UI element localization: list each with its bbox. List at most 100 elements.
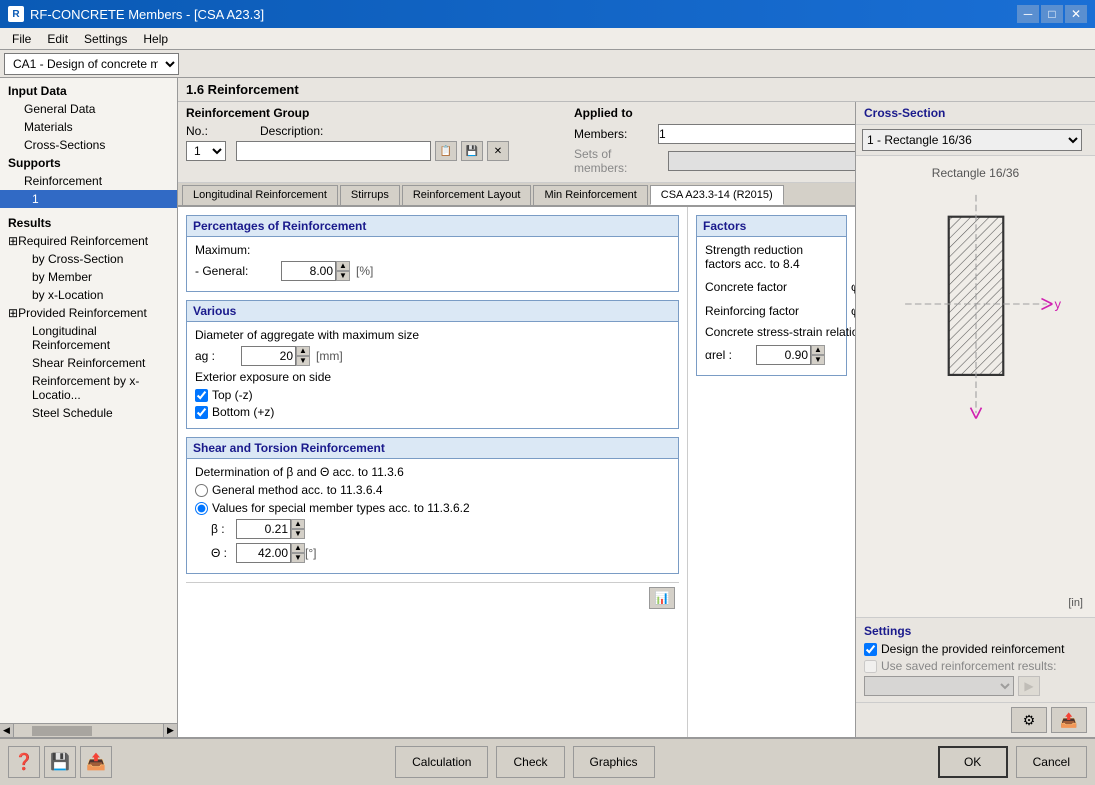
reinforcement-group-section: Reinforcement Group No.: Description: 1 (186, 106, 566, 164)
menu-bar: File Edit Settings Help (0, 28, 1095, 50)
tab-stirrups[interactable]: Stirrups (340, 185, 400, 205)
exterior-label-row: Exterior exposure on side (195, 370, 670, 384)
tree-general-data[interactable]: General Data (0, 100, 177, 118)
tree-long-reinf[interactable]: Longitudinal Reinforcement (0, 322, 177, 354)
ok-button[interactable]: OK (938, 746, 1008, 778)
cs-select[interactable]: 1 - Rectangle 16/36 (862, 129, 1082, 151)
general-input[interactable] (281, 261, 336, 281)
cancel-button[interactable]: Cancel (1016, 746, 1087, 778)
general-spin-down[interactable]: ▼ (336, 271, 350, 281)
beta-label: β : (211, 522, 236, 536)
alpha-rel-spin-down[interactable]: ▼ (811, 355, 825, 365)
theta-spin-up[interactable]: ▲ (291, 543, 305, 553)
cs-btn2[interactable]: 📤 (1051, 707, 1087, 733)
alpha-rel-spin-up[interactable]: ▲ (811, 345, 825, 355)
check-button[interactable]: Check (496, 746, 564, 778)
general-spin: ▲ ▼ (281, 261, 350, 281)
theta-spin-down[interactable]: ▼ (291, 553, 305, 563)
scrollbar-thumb[interactable] (32, 726, 92, 736)
tree-reinf-x-loc[interactable]: Reinforcement by x-Locatio... (0, 372, 177, 404)
tree-provided-reinf[interactable]: ⊞ Provided Reinforcement (0, 304, 177, 322)
general-method-radio[interactable] (195, 484, 208, 497)
ag-spin-up[interactable]: ▲ (296, 346, 310, 356)
beta-spin-up[interactable]: ▲ (291, 519, 305, 529)
alpha-rel-input[interactable] (756, 345, 811, 365)
members-input[interactable] (658, 124, 855, 144)
shear-header: Shear and Torsion Reinforcement (187, 438, 678, 459)
maximize-button[interactable]: □ (1041, 5, 1063, 23)
bottom-center-btns: Calculation Check Graphics (395, 746, 654, 778)
tool-btn1[interactable]: ❓ (8, 746, 40, 778)
tool-btn3[interactable]: 📤 (80, 746, 112, 778)
stress-strain-label: Concrete stress-strain relationship fact… (705, 325, 855, 339)
tree-reinforcement[interactable]: Reinforcement (0, 172, 177, 190)
theta-row: Θ : ▲ ▼ [°] (195, 543, 670, 563)
rg-desc-input[interactable] (236, 141, 431, 161)
ag-input[interactable] (241, 346, 296, 366)
theta-spin-btns: ▲ ▼ (291, 543, 305, 563)
tree-shear-reinf[interactable]: Shear Reinforcement (0, 354, 177, 372)
tree-by-x-location[interactable]: by x-Location (0, 286, 177, 304)
rg-btn2[interactable]: 💾 (461, 141, 483, 161)
design-checkbox[interactable] (864, 643, 877, 656)
rg-no-select[interactable]: 1 (186, 141, 226, 161)
top-checkbox[interactable] (195, 389, 208, 402)
menu-help[interactable]: Help (135, 30, 176, 48)
theta-spin: ▲ ▼ (236, 543, 305, 563)
calculation-button[interactable]: Calculation (395, 746, 488, 778)
beta-spin-down[interactable]: ▼ (291, 529, 305, 539)
bottom-toolbar: ❓ 💾 📤 Calculation Check Graphics OK Canc… (0, 737, 1095, 785)
right-tab-panel: Factors Strength reduction factors acc. … (688, 207, 855, 737)
left-tab-panel: Percentages of Reinforcement Maximum: - … (178, 207, 688, 737)
theta-input[interactable] (236, 543, 291, 563)
menu-file[interactable]: File (4, 30, 39, 48)
rg-btn1[interactable]: 📋 (435, 141, 457, 161)
tab-long-reinf[interactable]: Longitudinal Reinforcement (182, 185, 338, 205)
beta-spin: ▲ ▼ (236, 519, 305, 539)
cs-bottom-btns: ⚙ 📤 (856, 702, 1095, 737)
tree-input-data: Input Data (0, 82, 177, 100)
tree-cross-sections[interactable]: Cross-Sections (0, 136, 177, 154)
tree-by-cross-section[interactable]: by Cross-Section (0, 250, 177, 268)
theta-unit: [°] (305, 546, 316, 560)
tab-csa[interactable]: CSA A23.3-14 (R2015) (650, 185, 784, 205)
minimize-button[interactable]: ─ (1017, 5, 1039, 23)
determination-label: Determination of β and Θ acc. to 11.3.6 (195, 465, 404, 479)
menu-settings[interactable]: Settings (76, 30, 135, 48)
maximum-label: Maximum: (195, 243, 250, 257)
right-area: 1.6 Reinforcement Reinforcement Group No… (178, 78, 1095, 737)
saved-checkbox (864, 660, 877, 673)
section-header: 1.6 Reinforcement (178, 78, 1095, 102)
scroll-left-btn[interactable]: ◀ (0, 724, 14, 738)
menu-edit[interactable]: Edit (39, 30, 76, 48)
cs-btn1[interactable]: ⚙ (1011, 707, 1047, 733)
left-footer-btn[interactable]: 📊 (649, 587, 675, 609)
module-select[interactable]: CA1 - Design of concrete memb (4, 53, 179, 75)
stress-strain-row: Concrete stress-strain relationship fact… (705, 325, 838, 365)
beta-input[interactable] (236, 519, 291, 539)
various-section: Various Diameter of aggregate with maxim… (186, 300, 679, 429)
shear-section: Shear and Torsion Reinforcement Determin… (186, 437, 679, 574)
tree-reinf-1[interactable]: 1 (0, 190, 177, 208)
tab-min-reinf[interactable]: Min Reinforcement (533, 185, 647, 205)
tool-btn2[interactable]: 💾 (44, 746, 76, 778)
tree-required-reinf[interactable]: ⊞ Required Reinforcement (0, 232, 177, 250)
tab-reinf-layout[interactable]: Reinforcement Layout (402, 185, 532, 205)
tree-supports[interactable]: Supports (0, 154, 177, 172)
various-body: Diameter of aggregate with maximum size … (187, 322, 678, 428)
general-spin-up[interactable]: ▲ (336, 261, 350, 271)
bottom-checkbox[interactable] (195, 406, 208, 419)
tree-steel-schedule[interactable]: Steel Schedule (0, 404, 177, 422)
ag-spin-down[interactable]: ▼ (296, 356, 310, 366)
no-label: No.: (186, 124, 216, 138)
tree-materials[interactable]: Materials (0, 118, 177, 136)
scroll-right-btn[interactable]: ▶ (163, 724, 177, 738)
tree-by-member[interactable]: by Member (0, 268, 177, 286)
percentages-header: Percentages of Reinforcement (187, 216, 678, 237)
strength-label: Strength reduction factors acc. to 8.4 (705, 243, 838, 271)
graphics-button[interactable]: Graphics (573, 746, 655, 778)
special-member-radio[interactable] (195, 502, 208, 515)
close-button[interactable]: ✕ (1065, 5, 1087, 23)
rg-btn3[interactable]: ✕ (487, 141, 509, 161)
title-bar: R RF-CONCRETE Members - [CSA A23.3] ─ □ … (0, 0, 1095, 28)
